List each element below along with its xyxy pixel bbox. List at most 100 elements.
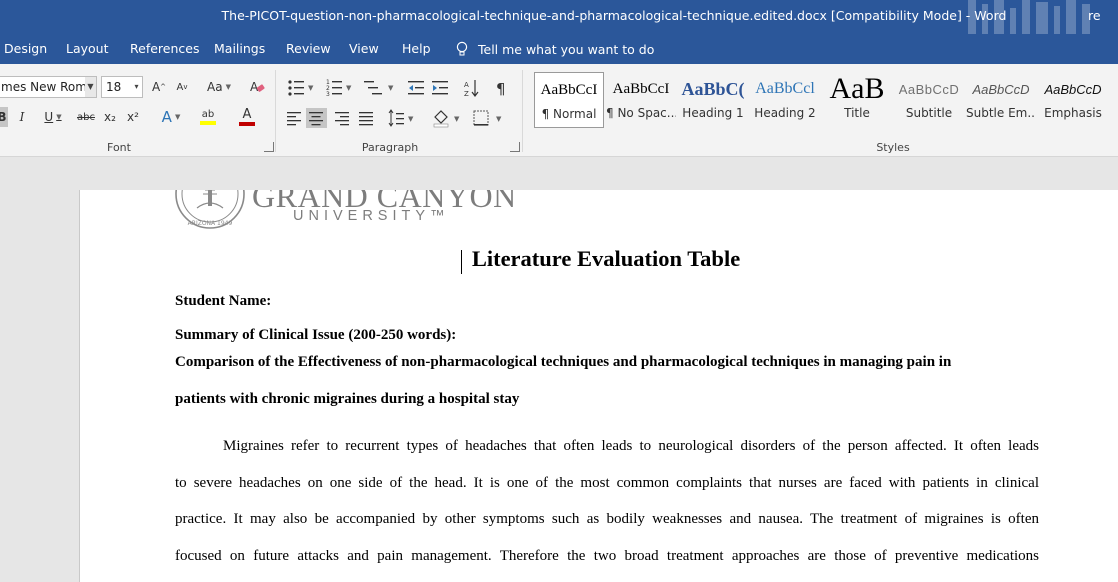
highlight-button[interactable]: ab — [193, 107, 223, 127]
sort-icon[interactable]: AZ — [464, 80, 479, 98]
show-formatting-marks-icon[interactable]: ¶ — [496, 80, 506, 98]
title-bar: The-PICOT-question-non-pharmacological-t… — [0, 0, 1118, 34]
body-line: Migraines refer to recurrent types of he… — [223, 438, 1039, 454]
style-preview: AaB — [829, 72, 885, 105]
italic-label: I — [19, 110, 25, 124]
text-effects-label: A — [161, 108, 172, 126]
seal-text: ARIZONA 1949 — [188, 220, 233, 227]
style-preview: AaBbCcD — [1044, 81, 1102, 97]
font-name-value: mes New Roma — [1, 80, 95, 94]
increase-indent-icon[interactable] — [432, 81, 448, 95]
strikethrough-button[interactable]: abc — [76, 107, 96, 127]
tab-review[interactable]: Review — [286, 41, 331, 56]
multilevel-list-icon[interactable]: ▼ — [364, 81, 394, 95]
tell-me-search[interactable]: Tell me what you want to do — [456, 41, 654, 57]
svg-text:▼: ▼ — [308, 84, 314, 92]
shrink-font-button[interactable]: Av — [174, 77, 190, 97]
font-color-button[interactable]: A — [231, 107, 263, 127]
eraser-icon: A — [250, 80, 265, 94]
style-no-spacing[interactable]: AaBbCcI ¶ No Spac... — [606, 72, 676, 128]
borders-icon[interactable]: ▼ — [473, 110, 502, 126]
grow-font-button[interactable]: A ^ — [151, 77, 167, 97]
tab-view[interactable]: View — [349, 41, 379, 56]
paragraph-group-label: Paragraph — [361, 141, 419, 154]
paragraph-row-2: ▼ ▼ ▼ — [287, 108, 502, 128]
bold-button[interactable]: B — [0, 107, 8, 127]
summary-label: Summary of Clinical Issue (200-250 words… — [175, 327, 457, 343]
svg-text:▼: ▼ — [388, 84, 394, 92]
align-center-icon[interactable] — [306, 108, 327, 128]
university-logo: ARIZONA 1949 GRAND CANYON UNIVERSITY™ — [175, 190, 516, 234]
superscript-label: x² — [127, 110, 139, 124]
style-name: Emphasis — [1044, 106, 1102, 120]
style-name: Heading 1 — [682, 106, 744, 120]
decrease-indent-icon[interactable] — [408, 81, 424, 95]
document-canvas[interactable]: ARIZONA 1949 GRAND CANYON UNIVERSITY™ Li… — [0, 157, 1118, 582]
ribbon-tabs: Design Layout References Mailings Review… — [0, 34, 1118, 64]
paragraph-dialog-launcher-icon[interactable] — [510, 142, 520, 152]
styles-group-label: Styles — [876, 141, 910, 154]
group-divider — [522, 70, 523, 152]
tab-layout[interactable]: Layout — [66, 41, 109, 56]
justify-icon[interactable] — [359, 112, 373, 126]
svg-text:▼: ▼ — [346, 84, 352, 92]
body-line: to severe headaches on one side of the h… — [175, 475, 1039, 491]
style-title[interactable]: AaB Title — [822, 72, 892, 128]
align-right-icon[interactable] — [335, 112, 349, 126]
style-preview: AaBbCcD — [972, 81, 1030, 97]
style-subtle-emphasis[interactable]: AaBbCcD Subtle Em... — [966, 72, 1036, 128]
svg-text:▼: ▼ — [454, 115, 460, 123]
svg-text:3: 3 — [326, 91, 330, 98]
highlight-label: ab — [201, 109, 215, 120]
tab-design[interactable]: Design — [4, 41, 47, 56]
lightbulb-icon — [456, 41, 468, 56]
body-line: practice. It may also be accompanied by … — [175, 511, 1039, 527]
font-size-dropdown-icon[interactable]: ▾ — [131, 77, 142, 97]
svg-text:▼: ▼ — [408, 115, 414, 123]
style-name: Subtitle — [905, 106, 953, 120]
shrink-font-label: A — [176, 81, 184, 93]
font-group-label: Font — [107, 141, 131, 154]
tab-mailings[interactable]: Mailings — [214, 41, 265, 56]
font-color-bar — [239, 122, 255, 126]
font-dialog-launcher-icon[interactable] — [264, 142, 274, 152]
account-name[interactable]: re — [1088, 8, 1118, 23]
style-heading-1[interactable]: AaBbC( Heading 1 — [678, 72, 748, 128]
body-line: focused on future attacks and pain manag… — [175, 548, 1039, 564]
ribbon: mes New Roma ▼ 18 ▾ A ^ Av Aa ▼ A B I U ▼ a… — [0, 64, 1118, 157]
logo-line-2: UNIVERSITY™ — [293, 208, 450, 224]
superscript-button[interactable]: x² — [125, 107, 141, 127]
subscript-button[interactable]: x₂ — [102, 107, 118, 127]
style-subtitle[interactable]: AaBbCcD Subtitle — [894, 72, 964, 128]
font-size-box[interactable]: 18 ▾ — [101, 76, 143, 98]
strikethrough-label: abc — [77, 111, 95, 123]
style-emphasis[interactable]: AaBbCcD Emphasis — [1038, 72, 1108, 128]
numbering-icon[interactable]: 123 ▼ — [326, 79, 352, 98]
font-size-value: 18 — [106, 80, 122, 94]
font-color-label: A — [242, 107, 252, 122]
style-name: Title — [844, 106, 870, 120]
document-page[interactable]: ARIZONA 1949 GRAND CANYON UNIVERSITY™ Li… — [79, 190, 1118, 582]
text-effects-button[interactable]: A ▼ — [157, 107, 185, 127]
style-preview: AaBbCcI — [540, 81, 598, 98]
line-spacing-icon[interactable]: ▼ — [388, 109, 414, 127]
align-left-icon[interactable] — [287, 112, 301, 126]
bullets-icon[interactable]: ▼ — [288, 80, 314, 96]
subscript-label: x₂ — [104, 110, 116, 124]
style-name: Heading 2 — [754, 106, 816, 120]
style-heading-2[interactable]: AaBbCcl Heading 2 — [750, 72, 820, 128]
style-preview: AaBbCcI — [612, 80, 670, 97]
italic-button[interactable]: I — [14, 107, 30, 127]
shading-icon[interactable]: ▼ — [433, 110, 460, 128]
tab-references[interactable]: References — [130, 41, 199, 56]
change-case-button[interactable]: Aa ▼ — [202, 77, 236, 97]
style-normal[interactable]: AaBbCcI ¶ Normal — [534, 72, 604, 128]
font-name-box[interactable]: mes New Roma ▼ — [0, 76, 97, 98]
font-name-dropdown-icon[interactable]: ▼ — [85, 77, 96, 97]
highlight-color-bar — [200, 121, 216, 125]
svg-text:A: A — [464, 81, 469, 89]
tab-help[interactable]: Help — [402, 41, 431, 56]
clear-formatting-button[interactable]: A — [246, 77, 268, 97]
underline-button[interactable]: U ▼ — [38, 107, 68, 127]
bold-label: B — [0, 110, 7, 124]
